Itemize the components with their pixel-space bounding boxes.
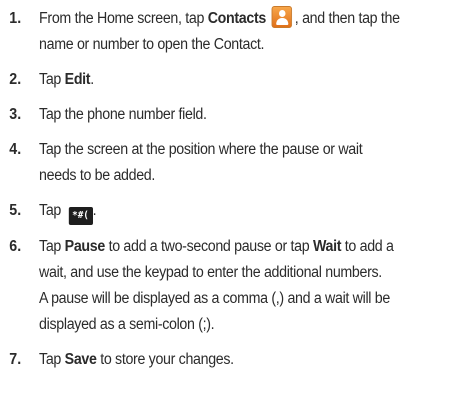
symbol-key-icon: *#( bbox=[68, 207, 93, 225]
step-text: wait, and use the keypad to enter the ad… bbox=[39, 264, 382, 281]
step-number: 1. bbox=[9, 10, 22, 27]
step-7: 7. Tap Save to store your changes. bbox=[0, 347, 473, 373]
contacts-person-icon bbox=[271, 6, 293, 28]
step-4: 4. Tap the screen at the position where … bbox=[0, 137, 473, 189]
step-number: 2. bbox=[9, 71, 22, 88]
step-text: , and then tap the bbox=[294, 10, 400, 27]
contacts-label: Contacts bbox=[207, 10, 267, 27]
step-text: to add a two-second pause or tap bbox=[104, 238, 313, 255]
step-text: Tap the phone number field. bbox=[39, 106, 207, 123]
step-text: Tap bbox=[39, 351, 65, 368]
save-label: Save bbox=[64, 351, 97, 368]
step-text: needs to be added. bbox=[39, 167, 156, 184]
step-text: Tap the screen at the position where the… bbox=[39, 141, 363, 158]
step-text: A pause will be displayed as a comma (,)… bbox=[39, 290, 390, 307]
wait-label: Wait bbox=[312, 238, 342, 255]
step-text: Tap bbox=[39, 71, 65, 88]
step-text: name or number to open the Contact. bbox=[39, 36, 265, 53]
step-number: 4. bbox=[9, 141, 22, 158]
step-number: 5. bbox=[9, 202, 22, 219]
pause-label: Pause bbox=[64, 238, 106, 255]
step-text: From the Home screen, tap bbox=[39, 10, 208, 27]
step-text: displayed as a semi-colon (;). bbox=[39, 316, 215, 333]
step-text: . bbox=[92, 202, 97, 219]
edit-label: Edit bbox=[64, 71, 91, 88]
step-number: 6. bbox=[9, 238, 22, 255]
step-text: Tap bbox=[39, 202, 65, 219]
step-1: 1. From the Home screen, tap Contacts , a… bbox=[0, 6, 473, 58]
step-6: 6. Tap Pause to add a two-second pause o… bbox=[0, 234, 473, 338]
step-3: 3. Tap the phone number field. bbox=[0, 102, 473, 128]
step-2: 2. Tap Edit. bbox=[0, 67, 473, 93]
step-text: to add a bbox=[341, 238, 394, 255]
step-number: 7. bbox=[9, 351, 22, 368]
instruction-steps: 1. From the Home screen, tap Contacts , a… bbox=[0, 6, 473, 373]
step-5: 5. Tap *#(. bbox=[0, 198, 473, 225]
step-text: . bbox=[90, 71, 94, 88]
step-text: to store your changes. bbox=[96, 351, 234, 368]
step-number: 3. bbox=[9, 106, 22, 123]
step-text: Tap bbox=[39, 238, 65, 255]
